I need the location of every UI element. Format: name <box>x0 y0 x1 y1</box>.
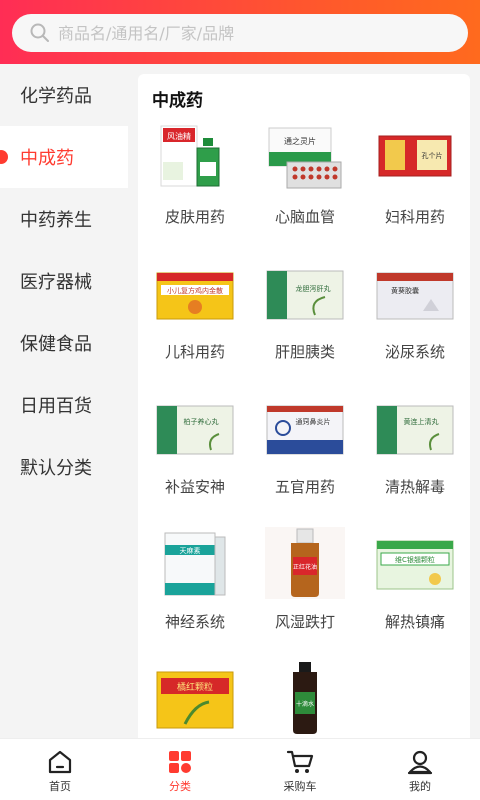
box-text: 通窍鼻炎片 <box>296 417 331 426</box>
sidebar-item-label: 默认分类 <box>20 458 92 479</box>
product-thumbnail: 维C银翘颗粒 <box>375 527 455 599</box>
category-content: 中成药 风油精 皮肤用药 通之灵片 心脑血管 孔个片 妇科用药 小儿复方鸡内金散… <box>128 64 480 744</box>
box-text: 维C银翘颗粒 <box>395 555 435 564</box>
sidebar-item-label: 医疗器械 <box>20 272 92 293</box>
category-label: 妇科用药 <box>384 208 445 226</box>
category-tile-antipyretic[interactable]: 维C银翘颗粒 解热镇痛 <box>360 527 470 659</box>
tab-label: 首页 <box>49 780 71 793</box>
sidebar-item-chemical-drugs[interactable]: 化学药品 <box>0 64 128 126</box>
sidebar-item-default[interactable]: 默认分类 <box>0 436 128 498</box>
product-thumbnail: 橘红颗粒 <box>155 662 235 734</box>
sidebar-item-daily-goods[interactable]: 日用百货 <box>0 374 128 436</box>
category-label: 补益安神 <box>164 478 225 496</box>
sidebar-item-label: 保健食品 <box>20 334 92 355</box>
category-tile-nervous[interactable]: 天麻素 神经系统 <box>140 527 250 659</box>
category-tile-cardio[interactable]: 通之灵片 心脑血管 <box>250 122 360 254</box>
product-thumbnail: 通窍鼻炎片 <box>265 392 345 464</box>
category-label: 神经系统 <box>164 613 225 631</box>
product-thumbnail: 小儿复方鸡内金散 <box>155 257 235 329</box>
sidebar-item-label: 中药养生 <box>20 210 92 231</box>
product-thumbnail: 天麻素 <box>155 527 235 599</box>
tab-cart[interactable]: 采购车 <box>240 739 360 800</box>
product-thumbnail: 孔个片 <box>375 122 455 194</box>
category-tile-tonic[interactable]: 柏子养心丸 补益安神 <box>140 392 250 524</box>
box-text: 橘红颗粒 <box>177 681 213 693</box>
category-tile-gynecology[interactable]: 孔个片 妇科用药 <box>360 122 470 254</box>
product-thumbnail: 黄葵胶囊 <box>375 257 455 329</box>
category-tile-ent[interactable]: 通窍鼻炎片 五官用药 <box>250 392 360 524</box>
category-tile-liver[interactable]: 龙胆泻肝丸 肝胆胰类 <box>250 257 360 389</box>
cart-icon <box>286 750 314 773</box>
tab-category[interactable]: 分类 <box>120 739 240 800</box>
user-icon <box>407 750 433 775</box>
tab-home[interactable]: 首页 <box>0 739 120 800</box>
category-tile-rheumatism[interactable]: 正红花油 风湿跌打 <box>250 527 360 659</box>
category-label: 儿科用药 <box>164 343 225 361</box>
category-label: 五官用药 <box>274 478 335 496</box>
category-tile-orange-granules[interactable]: 橘红颗粒 <box>140 662 250 744</box>
active-indicator <box>0 150 8 164</box>
product-thumbnail: 十滴水 <box>265 662 345 734</box>
box-text: 小儿复方鸡内金散 <box>167 286 223 295</box>
category-tile-urinary[interactable]: 黄葵胶囊 泌尿系统 <box>360 257 470 389</box>
sidebar-item-chinese-patent-medicine[interactable]: 中成药 <box>0 126 128 188</box>
section-title: 中成药 <box>152 91 203 111</box>
box-text: 黄连上清丸 <box>404 417 439 426</box>
search-icon <box>30 23 49 42</box>
box-text: 龙胆泻肝丸 <box>296 284 331 293</box>
sidebar-item-herbal-health[interactable]: 中药养生 <box>0 188 128 250</box>
header-bar <box>0 0 480 64</box>
sidebar-item-label: 中成药 <box>20 148 74 169</box>
category-tile-pediatrics[interactable]: 小儿复方鸡内金散 儿科用药 <box>140 257 250 389</box>
category-label: 风湿跌打 <box>274 613 335 631</box>
search-input[interactable] <box>58 23 438 43</box>
sidebar-item-label: 化学药品 <box>20 86 92 107</box>
category-icon <box>169 751 191 773</box>
tab-label: 采购车 <box>283 780 317 793</box>
sidebar-item-label: 日用百货 <box>20 396 92 417</box>
product-thumbnail: 正红花油 <box>265 527 345 599</box>
category-label: 心脑血管 <box>274 208 335 226</box>
product-thumbnail: 黄连上清丸 <box>375 392 455 464</box>
box-text: 孔个片 <box>422 151 443 160</box>
home-icon <box>48 750 72 774</box>
bottom-tab-bar: 首页 分类 采购车 我的 <box>0 738 480 800</box>
product-thumbnail: 通之灵片 <box>265 122 345 194</box>
sidebar-item-medical-devices[interactable]: 医疗器械 <box>0 250 128 312</box>
category-tile-skin[interactable]: 风油精 皮肤用药 <box>140 122 250 254</box>
box-text: 黄葵胶囊 <box>391 286 419 295</box>
box-text: 正红花油 <box>293 563 317 571</box>
tab-label: 分类 <box>169 780 191 793</box>
subcategory-panel: 中成药 风油精 皮肤用药 通之灵片 心脑血管 孔个片 妇科用药 小儿复方鸡内金散… <box>138 74 470 744</box>
product-thumbnail: 风油精 <box>155 122 235 194</box>
box-text: 通之灵片 <box>284 136 316 146</box>
box-text: 柏子养心丸 <box>184 417 219 426</box>
category-label: 皮肤用药 <box>164 208 225 226</box>
box-text: 十滴水 <box>296 700 314 708</box>
category-label: 泌尿系统 <box>384 343 445 361</box>
category-label: 清热解毒 <box>384 478 445 496</box>
category-tile-shidishui[interactable]: 十滴水 <box>250 662 360 744</box>
box-text: 天麻素 <box>180 546 201 555</box>
category-label: 解热镇痛 <box>384 613 445 631</box>
product-thumbnail: 柏子养心丸 <box>155 392 235 464</box>
category-tile-detox[interactable]: 黄连上清丸 清热解毒 <box>360 392 470 524</box>
box-text: 风油精 <box>167 131 191 141</box>
sidebar-item-health-food[interactable]: 保健食品 <box>0 312 128 374</box>
category-label: 肝胆胰类 <box>274 343 335 361</box>
category-sidebar: 化学药品 中成药 中药养生 医疗器械 保健食品 日用百货 默认分类 <box>0 64 128 738</box>
tab-profile[interactable]: 我的 <box>360 739 480 800</box>
tab-label: 我的 <box>409 780 431 793</box>
product-thumbnail: 龙胆泻肝丸 <box>265 257 345 329</box>
search-bar[interactable] <box>12 14 468 52</box>
